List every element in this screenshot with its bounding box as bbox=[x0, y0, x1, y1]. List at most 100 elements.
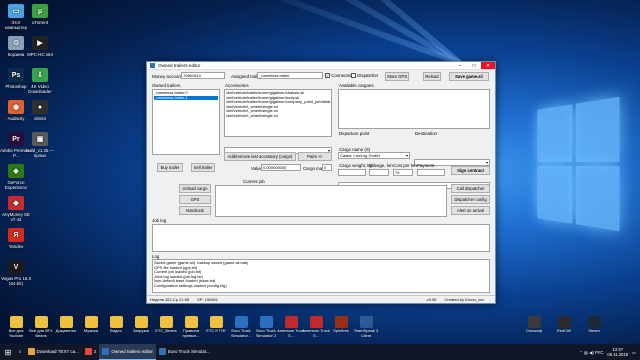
search-icon: ⌕ bbox=[19, 349, 22, 354]
desktop-shortcut[interactable]: Euro Truck Simulator 2 bbox=[252, 316, 280, 338]
paint-button[interactable]: Paint +/- bbox=[298, 152, 332, 161]
cost-per-km-label: Cost per km bbox=[393, 163, 417, 168]
sell-trailer-button[interactable]: Sell trailer bbox=[191, 163, 215, 172]
desktop-shortcut[interactable]: RedCell bbox=[550, 316, 578, 334]
job-log-box[interactable] bbox=[152, 224, 490, 252]
desktop-icon[interactable]: µ uTorrent bbox=[24, 4, 56, 25]
add-accessory-button[interactable]: Add/remove last accessory (cargo) bbox=[224, 152, 296, 161]
search-button[interactable]: ⌕ bbox=[16, 344, 25, 360]
status-date: Неделя 322,Ср 21:55 bbox=[150, 297, 190, 302]
network-icon[interactable]: ▤ bbox=[584, 350, 588, 355]
desktop-shortcut[interactable]: ETC KTYE bbox=[202, 316, 230, 334]
shortcut-icon bbox=[134, 316, 148, 328]
shortcut-label: RedCell bbox=[556, 328, 572, 333]
money-account-label: Money account bbox=[152, 74, 182, 79]
desktop-shortcut[interactable]: Euro Truck Simulator... bbox=[227, 316, 255, 338]
desktop-shortcut[interactable]: Steam bbox=[580, 316, 608, 334]
desktop-icon[interactable]: ▶ MPC-HC x64 bbox=[24, 36, 56, 57]
volume-icon[interactable]: ◀) bbox=[589, 350, 594, 355]
shortcut-label: American Truck S... bbox=[277, 328, 305, 338]
value-field[interactable]: 0.000000000 bbox=[261, 164, 301, 171]
assigned-trailer-field[interactable]: _nameless.trailer bbox=[257, 72, 323, 79]
taskbar-app-icon bbox=[84, 348, 92, 355]
video-downloader-icon: ⇩ bbox=[32, 68, 48, 82]
reload-button[interactable]: Reload bbox=[423, 72, 441, 81]
shortcut-icon bbox=[587, 316, 601, 328]
money-account-field[interactable]: 70661619 bbox=[181, 72, 225, 79]
dispatcher-config-button[interactable]: Dispatcher config bbox=[451, 195, 490, 204]
desktop-icon[interactable]: Я Yandex bbox=[0, 228, 32, 249]
shortcut-icon bbox=[184, 316, 198, 328]
taskbar-item[interactable]: Owned trailers editor bbox=[99, 344, 156, 360]
desktop-icon[interactable]: ◆ AnyMoney SE v7.43 bbox=[0, 196, 32, 222]
shortcut-label: Spintires bbox=[333, 328, 349, 333]
available-cargoes-list[interactable] bbox=[338, 89, 490, 129]
dispatcher-checkbox[interactable] bbox=[351, 73, 356, 79]
maximize-button[interactable]: □ bbox=[467, 62, 481, 69]
desktop-icon[interactable]: ▣ build_v1.35 — ярлык bbox=[24, 132, 56, 158]
cargo-mass-field[interactable]: 0 bbox=[322, 164, 332, 171]
desktop-shortcut[interactable]: Видео bbox=[102, 316, 130, 334]
mpc-icon: ▶ bbox=[32, 36, 48, 50]
obs-icon: ● bbox=[32, 100, 48, 114]
accessory-item[interactable]: /def/vehicle/t_wheel/single.sii bbox=[226, 113, 330, 119]
shortcut-icon bbox=[259, 316, 273, 328]
cargo-weight-field[interactable] bbox=[338, 169, 366, 176]
desktop-shortcut[interactable]: American Truck S... bbox=[277, 316, 305, 338]
connected-checkbox[interactable]: ✓ bbox=[325, 73, 330, 79]
current-job-box[interactable] bbox=[215, 185, 447, 217]
desktop-shortcut[interactable]: Все для Youtube bbox=[2, 316, 30, 338]
desktop-shortcut[interactable]: ETC_Beans bbox=[152, 316, 180, 334]
owned-trailers-list[interactable]: _nameless.trailer.0 _nameless.trailer.1 bbox=[152, 89, 220, 155]
available-cargoes-label: Available cargoes bbox=[339, 83, 374, 88]
desktop-icon[interactable]: ⇩ 4K Video Downloader bbox=[24, 68, 56, 94]
departure-point-select[interactable]: Calais: LiveLog GmbH bbox=[338, 152, 410, 159]
cost-per-km-field[interactable]: 75 bbox=[393, 169, 413, 176]
payment-field[interactable] bbox=[417, 169, 445, 176]
sign-contract-button[interactable]: Sign contract bbox=[451, 166, 490, 175]
taskbar-item[interactable]: 2 bbox=[82, 344, 100, 360]
call-dispatcher-button[interactable]: Call dispatcher bbox=[451, 184, 490, 193]
notification-icon[interactable]: ▭ bbox=[632, 350, 636, 355]
shortcut-label: Музыка bbox=[83, 328, 99, 333]
clock-date: 05.11.2018 bbox=[607, 352, 629, 357]
desktop-shortcut[interactable]: TeamSpeak 3 Client bbox=[352, 316, 380, 338]
desktop-shortcut[interactable]: Spintires bbox=[327, 316, 355, 334]
log-box[interactable]: Saved game (game.sii), backup saved (gam… bbox=[152, 259, 490, 293]
notebook-button[interactable]: Notebook bbox=[179, 206, 211, 215]
desktop-shortcut[interactable]: American Truck S... bbox=[302, 316, 330, 338]
desktop-icon[interactable]: ● obs64 bbox=[24, 100, 56, 121]
alert-on-arrival-button[interactable]: Alert on arrival bbox=[451, 206, 490, 215]
desktop-icon[interactable]: V Vegas Pro 15.0 (64-bit) bbox=[0, 260, 32, 286]
clock[interactable]: 13:37 05.11.2018 bbox=[607, 347, 628, 357]
desktop-shortcut[interactable]: Музыка bbox=[77, 316, 105, 334]
language-indicator[interactable]: РУС bbox=[595, 350, 603, 355]
desktop-shortcut[interactable]: Все для ВТХ Beans bbox=[27, 316, 55, 338]
shortcut-icon bbox=[109, 316, 123, 328]
yandex-icon: Я bbox=[8, 228, 24, 242]
taskbar-item[interactable]: Download TEXT ca... bbox=[25, 344, 82, 360]
close-button[interactable]: ✕ bbox=[481, 62, 495, 69]
desktop-icon[interactable]: ◈ GeForce Experience bbox=[0, 164, 32, 190]
save-game-button[interactable]: Save game.sii bbox=[449, 72, 489, 81]
minimize-button[interactable]: – bbox=[453, 62, 467, 69]
taskbar-item-label: Euro Truck Simulat... bbox=[167, 349, 210, 354]
start-button[interactable]: ⊞ bbox=[0, 344, 16, 360]
desktop-shortcut[interactable]: Документы bbox=[52, 316, 80, 334]
buy-trailer-button[interactable]: Buy trailer bbox=[157, 163, 183, 172]
shortcut-label: Euro Truck Simulator... bbox=[230, 328, 251, 338]
owned-trailer-item[interactable]: _nameless.trailer.1 bbox=[154, 95, 218, 101]
mileage-field[interactable] bbox=[369, 169, 389, 176]
gps-button[interactable]: GPS bbox=[179, 195, 211, 204]
desktop-shortcut[interactable]: Правила превью... bbox=[177, 316, 205, 338]
accessories-list[interactable]: /def/vehicle/trailer/krone/gigaliner/cha… bbox=[224, 89, 332, 137]
desktop-shortcut[interactable]: Загрузки bbox=[127, 316, 155, 334]
window-titlebar[interactable]: Owned trailers editor – □ ✕ bbox=[147, 62, 495, 70]
vegas-icon: V bbox=[8, 260, 24, 274]
chevron-up-icon[interactable]: ⌃ bbox=[579, 350, 583, 355]
taskbar-item[interactable]: Euro Truck Simulat... bbox=[156, 344, 213, 360]
shortcut-icon bbox=[234, 316, 248, 328]
unload-cargo-button[interactable]: Unload cargo bbox=[179, 184, 211, 193]
desktop-shortcut[interactable]: Очкокоф bbox=[520, 316, 548, 334]
store-gps-button[interactable]: Store GPS bbox=[385, 72, 409, 81]
